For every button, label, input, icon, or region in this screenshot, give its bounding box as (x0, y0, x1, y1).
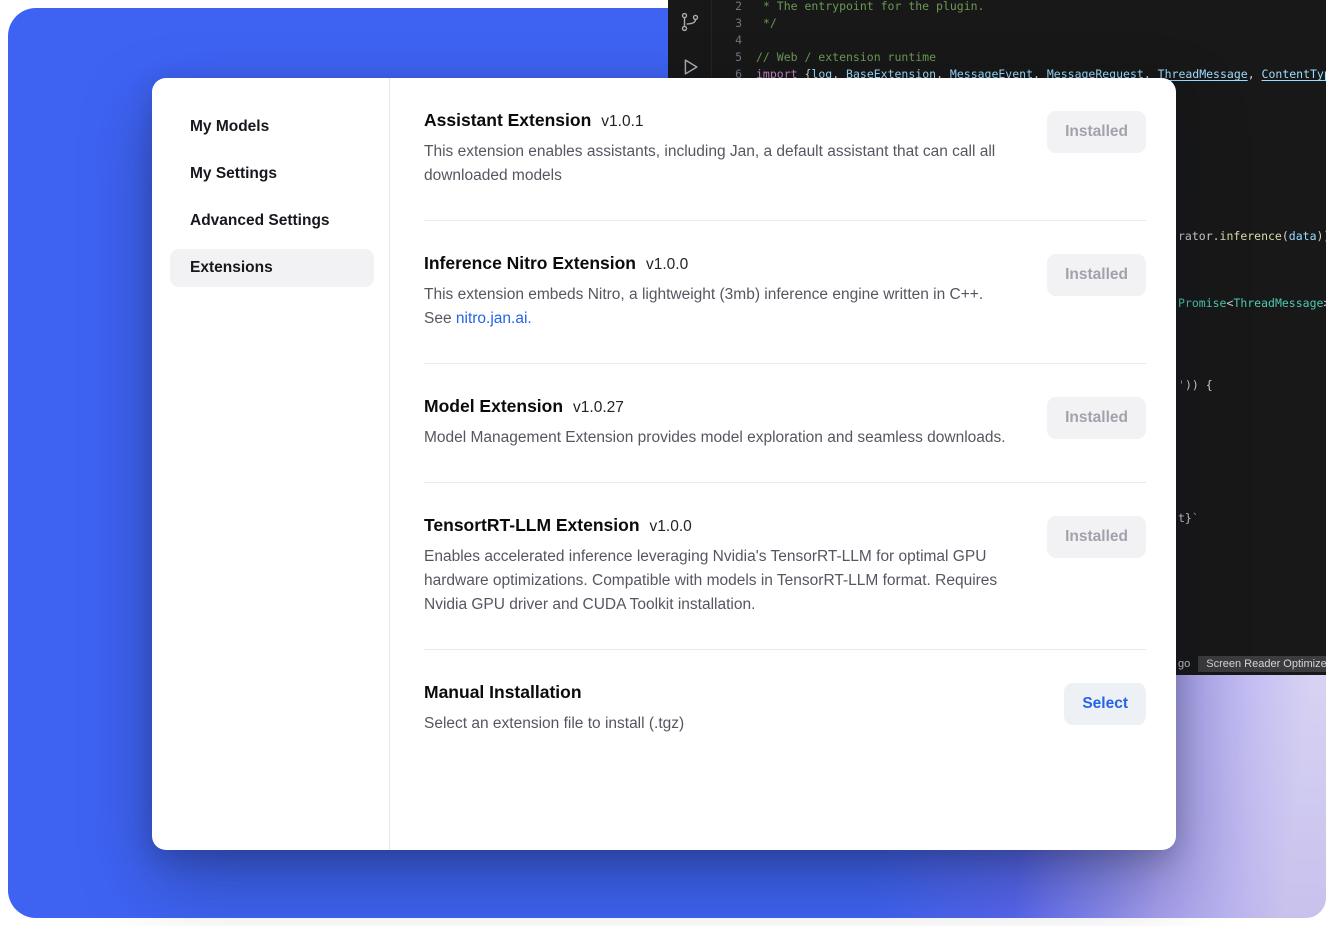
extension-version: v1.0.0 (646, 256, 688, 274)
code-line: 3 */ (724, 15, 1326, 32)
extension-title: Model Extension (424, 396, 563, 417)
installed-button[interactable]: Installed (1047, 397, 1146, 439)
code-fragment: rator.inference(data)); (1178, 229, 1326, 243)
manual-installation-title: Manual Installation (424, 682, 582, 703)
extension-row-model: Model Extension v1.0.27 Model Management… (424, 364, 1146, 483)
extension-title: Inference Nitro Extension (424, 253, 636, 274)
code-line: 5// Web / extension runtime (724, 49, 1326, 66)
select-button[interactable]: Select (1064, 683, 1146, 725)
manual-installation-description: Select an extension file to install (.tg… (424, 712, 684, 736)
code-block: 2 * The entrypoint for the plugin.3 */45… (724, 0, 1326, 83)
code-fragment: t}` (1178, 511, 1199, 525)
extension-version: v1.0.0 (650, 518, 692, 536)
extension-row-tensorrt: TensortRT-LLM Extension v1.0.0 Enables a… (424, 483, 1146, 650)
extension-description: Enables accelerated inference leveraging… (424, 545, 1009, 617)
run-debug-icon[interactable] (679, 56, 701, 78)
code-fragment: ')) { (1178, 378, 1213, 392)
sidebar-item-advanced-settings[interactable]: Advanced Settings (170, 202, 374, 240)
status-text: go (1178, 658, 1190, 670)
extension-row-nitro: Inference Nitro Extension v1.0.0 This ex… (424, 221, 1146, 364)
source-control-icon[interactable] (679, 11, 701, 33)
code-line: 2 * The entrypoint for the plugin. (724, 0, 1326, 15)
screen-reader-status[interactable]: Screen Reader Optimized (1198, 656, 1326, 672)
settings-modal: My Models My Settings Advanced Settings … (152, 78, 1176, 850)
extension-title: TensortRT-LLM Extension (424, 515, 640, 536)
installed-button[interactable]: Installed (1047, 516, 1146, 558)
extensions-list: Assistant Extension v1.0.1 This extensio… (390, 78, 1176, 850)
installed-button[interactable]: Installed (1047, 254, 1146, 296)
extension-description: Model Management Extension provides mode… (424, 426, 1006, 450)
manual-installation-row: Manual Installation Select an extension … (424, 650, 1146, 768)
sidebar-item-my-settings[interactable]: My Settings (170, 155, 374, 193)
code-line: 4 (724, 32, 1326, 49)
sidebar-item-my-models[interactable]: My Models (170, 108, 374, 146)
sidebar-item-extensions[interactable]: Extensions (170, 249, 374, 287)
extension-version: v1.0.27 (573, 399, 624, 417)
extension-description: This extension enables assistants, inclu… (424, 140, 1009, 188)
extension-title: Assistant Extension (424, 110, 591, 131)
status-bar: go Screen Reader Optimized (1178, 655, 1326, 673)
code-fragment: Promise<ThreadMessage> (1178, 296, 1326, 310)
nitro-jan-ai-link[interactable]: nitro.jan.ai. (456, 310, 532, 327)
settings-sidebar: My Models My Settings Advanced Settings … (152, 78, 390, 850)
extension-description: This extension embeds Nitro, a lightweig… (424, 283, 1009, 331)
extension-row-assistant: Assistant Extension v1.0.1 This extensio… (424, 78, 1146, 221)
installed-button[interactable]: Installed (1047, 111, 1146, 153)
extension-version: v1.0.1 (601, 113, 643, 131)
